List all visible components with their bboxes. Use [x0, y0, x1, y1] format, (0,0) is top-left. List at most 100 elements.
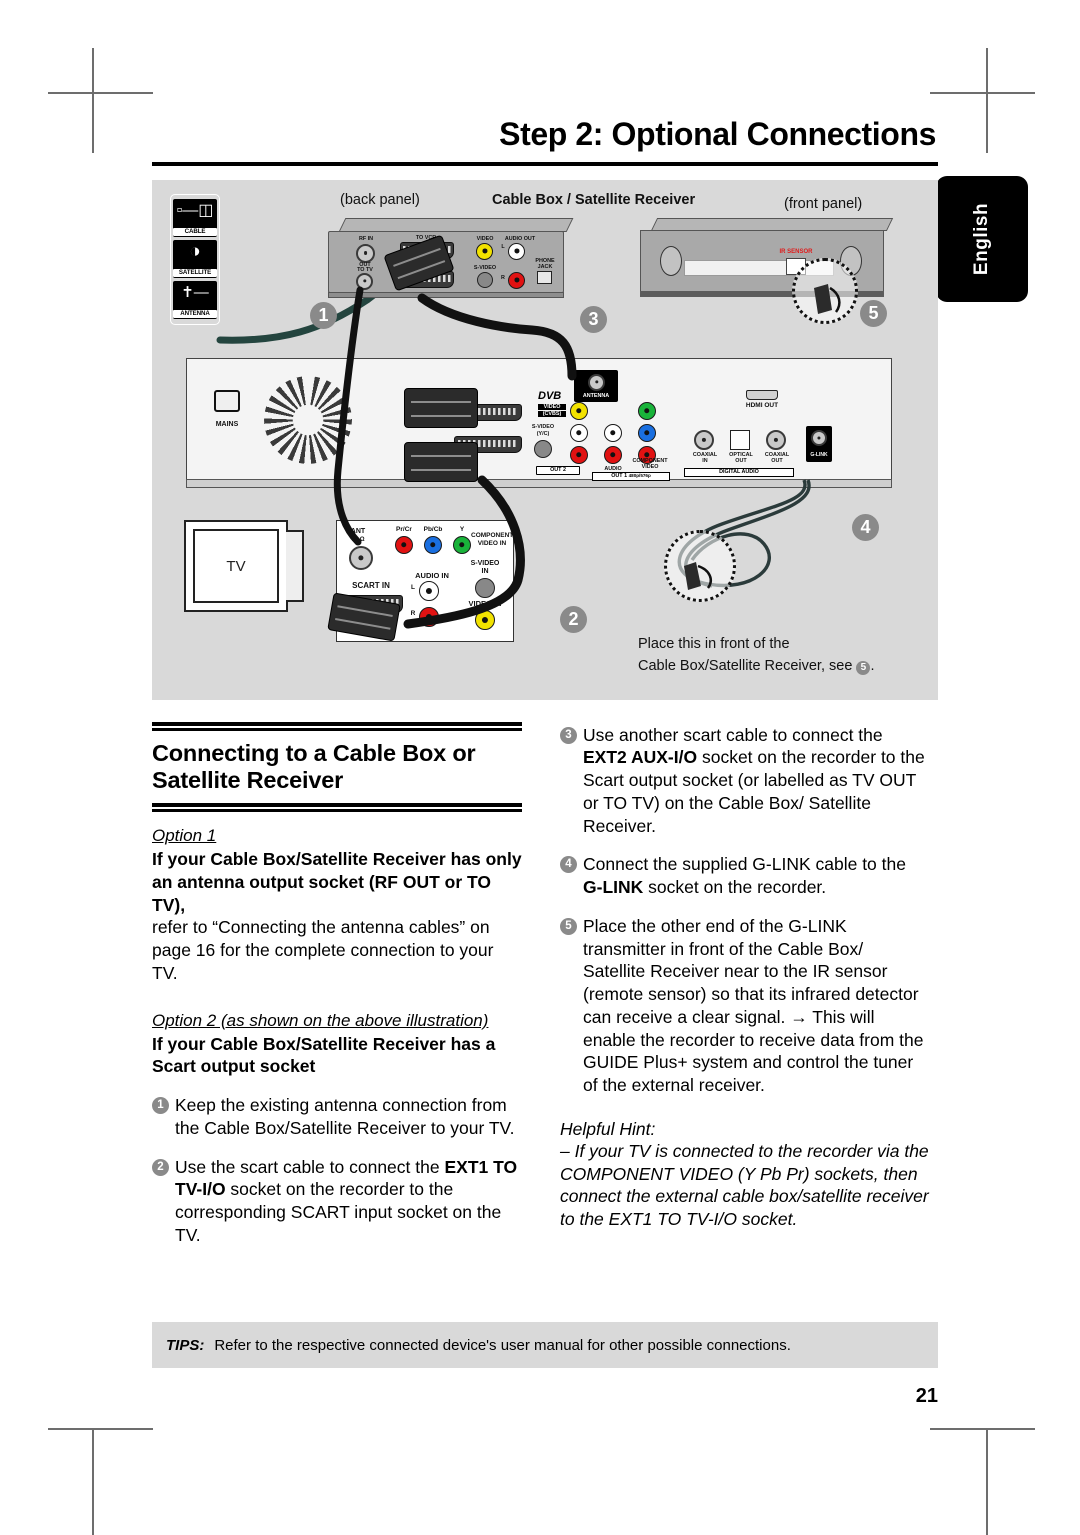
- scart-plug-ext2: [404, 387, 478, 428]
- crop-mark-bottom-right-v: [986, 1430, 988, 1535]
- label-pr-cr: Pr/Cr: [396, 525, 412, 533]
- port-hdmi-out: [746, 389, 778, 400]
- step-1-text: Keep the existing antenna connection fro…: [175, 1095, 515, 1138]
- port-tv-antenna-in: [349, 545, 373, 570]
- label-out1: OUT 1 480p/576p: [592, 471, 670, 481]
- option-1-label: Option 1: [152, 826, 217, 846]
- port-out-to-tv: [356, 272, 373, 290]
- port-optical-out: [730, 429, 750, 450]
- page-content: Step 2: Optional Connections (back panel…: [152, 116, 938, 1418]
- label-component-video-in-2: VIDEO IN: [477, 539, 507, 547]
- label-mains: MAINS: [215, 420, 239, 428]
- label-ant-2: 75 Ω: [351, 536, 365, 543]
- port-audio-out2-red: [570, 445, 588, 464]
- port-component-pb-blue: [638, 423, 656, 442]
- port-coaxial-in: [694, 429, 714, 450]
- crop-mark-bottom-left-h: [48, 1428, 153, 1430]
- callout-2: 2: [560, 605, 587, 633]
- step-1: 1 Keep the existing antenna connection f…: [152, 1094, 522, 1140]
- port-tv-y-green: [453, 535, 471, 554]
- page-title: Step 2: Optional Connections: [499, 116, 936, 152]
- label-video: VIDEO: [476, 235, 494, 242]
- label-out-to-tv-2: TO TV: [357, 266, 373, 273]
- label-s-video: S-VIDEO: [473, 264, 497, 271]
- section-title: Connecting to a Cable Box or Satellite R…: [152, 740, 522, 795]
- plug-band: [410, 468, 472, 471]
- step-4-bold: G-LINK: [583, 877, 644, 898]
- label-scart-in: SCART IN: [352, 580, 390, 590]
- section-rule-top: [152, 721, 522, 731]
- section-title-line1: Connecting to a Cable Box or: [152, 739, 476, 766]
- port-g-link: [811, 429, 827, 446]
- label-out1-suffix: 480p/576p: [628, 473, 651, 479]
- port-tv-pb-blue: [424, 535, 442, 554]
- front-panel-speaker-left: [660, 245, 682, 276]
- callout-4: 4: [852, 513, 879, 541]
- tips-bar: TIPS: Refer to the respective connected …: [152, 1322, 938, 1368]
- crop-mark-top-left-h: [48, 92, 153, 94]
- step-3-bold: EXT2 AUX-I/O: [583, 747, 698, 768]
- cable-icon-label: CABLE: [173, 227, 217, 236]
- port-video-out-yellow: [570, 401, 588, 420]
- port-audio-out2-white: [570, 423, 588, 442]
- step-4-number: 4: [560, 856, 577, 874]
- port-tv-s-video-in: [475, 577, 495, 598]
- port-video-yellow: [476, 242, 493, 260]
- tips-text: Refer to the respective connected device…: [214, 1336, 791, 1354]
- place-note-badge: 5: [856, 660, 871, 675]
- label-phone-jack-2: JACK: [537, 263, 553, 270]
- plug-band: [410, 454, 472, 457]
- label-rf-in: RF IN: [358, 235, 374, 242]
- port-component-y-green: [638, 401, 656, 420]
- antenna-icon-label: ANTENNA: [173, 309, 217, 318]
- step-2-number: 2: [152, 1158, 169, 1176]
- option-1-body: refer to “Connecting the antenna cables”…: [152, 917, 494, 983]
- logo-dvb: DVB: [538, 390, 561, 402]
- label-coaxial-out-2: OUT: [771, 457, 783, 464]
- crop-mark-top-left-v: [92, 48, 94, 153]
- label-coaxial-in-2: IN: [702, 457, 708, 464]
- caption-device-title: Cable Box / Satellite Receiver: [492, 191, 696, 208]
- language-tab: English: [936, 176, 1028, 302]
- port-tv-pr-red: [395, 535, 413, 554]
- right-column: 3 Use another scart cable to connect the…: [560, 722, 930, 1231]
- step-2: 2 Use the scart cable to connect the EXT…: [152, 1156, 522, 1247]
- label-out2: OUT 2: [536, 465, 580, 475]
- crop-mark-bottom-left-v: [92, 1430, 94, 1535]
- step-4: 4 Connect the supplied G-LINK cable to t…: [560, 853, 930, 899]
- step-2-pre: Use the scart cable to connect the: [175, 1156, 445, 1177]
- label-dvb: DVB: [538, 389, 562, 402]
- label-optical-out-2: OUT: [735, 457, 747, 464]
- place-note-text: Cable Box/Satellite Receiver, see: [638, 657, 853, 674]
- option-2-label: Option 2 (as shown on the above illustra…: [152, 1010, 489, 1030]
- label-tv-audio-l: L: [411, 583, 415, 591]
- label-audio-in: AUDIO IN: [415, 570, 449, 580]
- crop-mark-bottom-right-h: [930, 1428, 1035, 1430]
- label-s-video-in-1: S-VIDEO: [470, 559, 500, 567]
- tv-label: TV: [226, 557, 246, 575]
- label-tv-audio-r: R: [410, 609, 416, 617]
- step-5: 5 Place the other end of the G-LINK tran…: [560, 915, 930, 1097]
- label-video-cvbs-2: (CVBS): [538, 410, 566, 417]
- port-coaxial-out: [766, 429, 786, 450]
- label-component-video-2: VIDEO: [641, 463, 659, 470]
- cable-icon: ▫—◫ CABLE: [173, 198, 217, 237]
- label-g-link: G-LINK: [810, 451, 828, 458]
- step-1-number: 1: [152, 1097, 169, 1115]
- body-columns: Connecting to a Cable Box or Satellite R…: [152, 721, 938, 1322]
- label-digital-audio: DIGITAL AUDIO: [684, 467, 794, 477]
- option-1-bold: If your Cable Box/Satellite Receiver has…: [152, 849, 522, 915]
- port-audio-out1-red: [604, 445, 622, 464]
- antenna-icon-glyph: ✝—: [181, 283, 209, 301]
- label-pb-cb: Pb/Cb: [423, 525, 443, 533]
- cable-box-back-base: [328, 291, 564, 298]
- label-component-video-in-1: COMPONENT: [471, 531, 514, 539]
- title-rule: [152, 161, 938, 166]
- port-s-video-out: [534, 439, 552, 458]
- page-number: 21: [915, 1385, 938, 1407]
- label-hdmi-out: HDMI OUT: [745, 401, 779, 409]
- label-audio-r: R: [501, 274, 505, 281]
- glink-transmitter-front: [814, 283, 841, 314]
- option-2-bold: If your Cable Box/Satellite Receiver has…: [152, 1033, 496, 1077]
- signal-source-icons: ▫—◫ CABLE ◑ SATELLITE ✝— ANTENNA: [170, 193, 220, 325]
